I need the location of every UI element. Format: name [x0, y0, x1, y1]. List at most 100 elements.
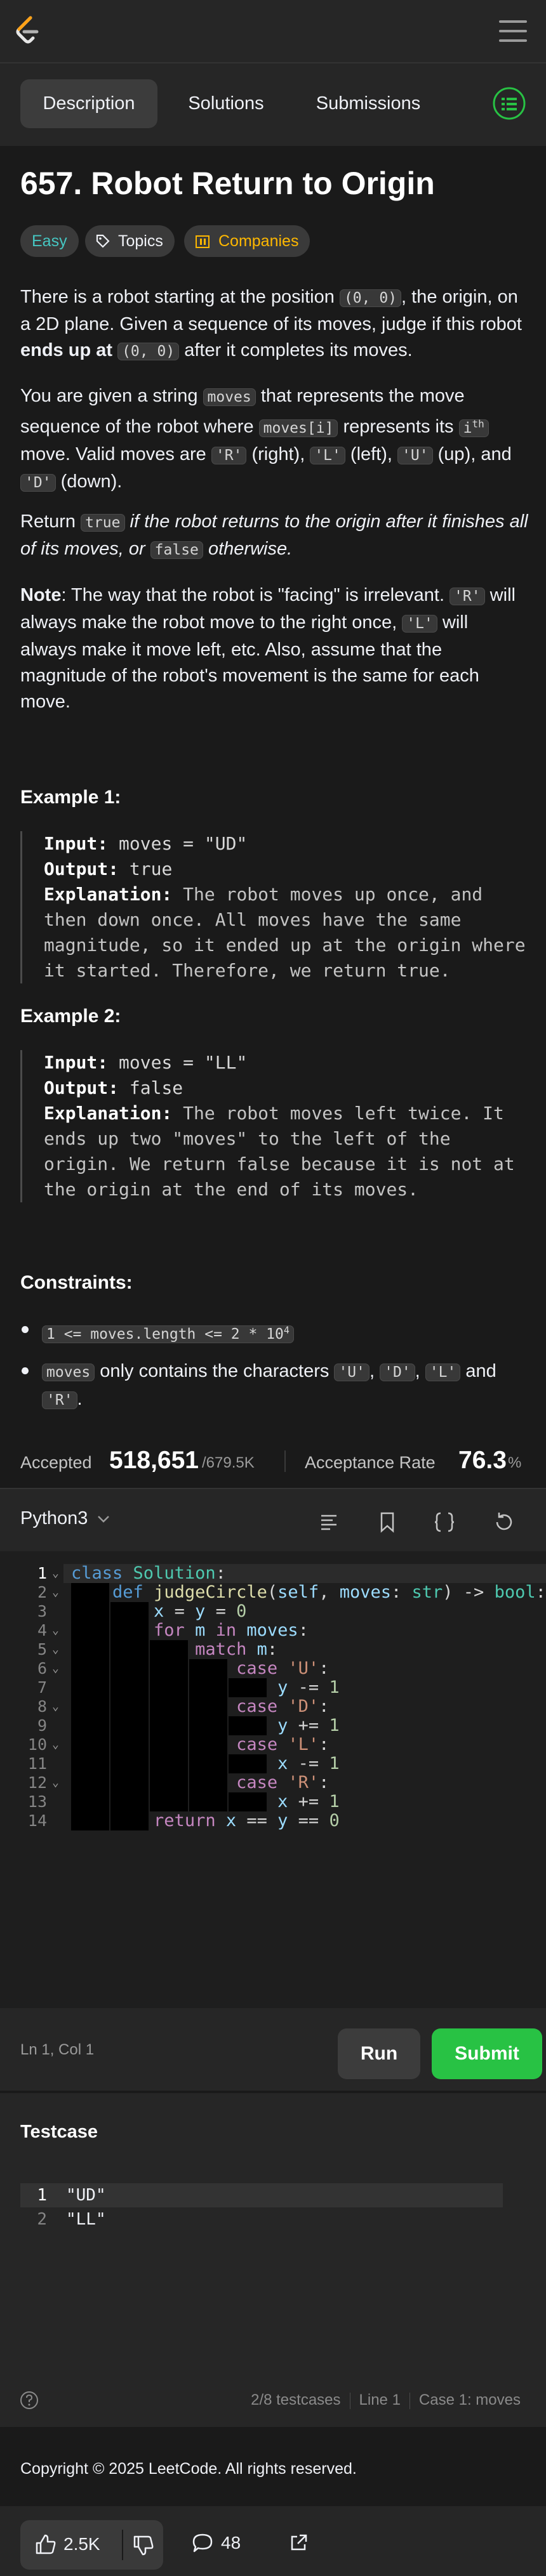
accepted-total: /679.5K [202, 1454, 255, 1471]
chevron-down-icon [98, 1516, 110, 1523]
code-line: case 'R': [236, 1773, 330, 1792]
code-line: for m in moves: [154, 1620, 309, 1640]
line-number: 1 [37, 1564, 47, 1582]
constraint-1: 1 <= moves.length <= 2 * 104 [20, 1317, 528, 1348]
testcase-footer: 2/8 testcases Line 1 Case 1: moves [0, 2372, 546, 2429]
topics-button[interactable]: Topics [85, 225, 175, 257]
code-line: return x == y == 0 [154, 1811, 340, 1830]
acceptance-rate-label: Acceptance Rate [305, 1453, 436, 1472]
line-number: 10 [27, 1735, 47, 1754]
stats-divider [284, 1450, 286, 1472]
description-paragraph-2: You are given a string moves that repres… [20, 386, 512, 492]
editor-statusbar: Ln 1, Col 1 Run Submit [0, 2008, 546, 2091]
fold-chevron-icon[interactable]: ⌄ [52, 1621, 59, 1640]
code-editor[interactable]: 1 2 3 4 5 6 7 8 9 10 11 12 13 14 ⌄ ⌄ ⌄ ⌄… [0, 1551, 546, 2008]
fold-chevron-icon[interactable]: ⌄ [52, 1583, 59, 1602]
thumbs-down-icon[interactable] [132, 2534, 155, 2557]
line-number: 2 [37, 1583, 47, 1601]
fold-chevron-icon[interactable]: ⌄ [52, 1659, 59, 1678]
problem-description: 657. Robot Return to Origin Easy Topics … [0, 146, 546, 1440]
cursor-position: Ln 1, Col 1 [20, 2041, 95, 2058]
code-line: case 'D': [236, 1697, 330, 1716]
line-number: 5 [37, 1640, 47, 1659]
line-number: 14 [27, 1811, 47, 1830]
description-paragraph-1: There is a robot starting at the positio… [20, 287, 522, 360]
companies-label: Companies [218, 232, 299, 250]
line-number: 12 [27, 1773, 47, 1792]
example-1-block: Input: moves = "UD" Output: true Explana… [20, 831, 535, 983]
acceptance-rate-value: 76.3 [458, 1447, 507, 1474]
testcase-heading: Testcase [20, 2122, 98, 2142]
code-line: x -= 1 [277, 1754, 340, 1773]
line-number: 11 [27, 1754, 47, 1773]
tab-description[interactable]: Description [20, 79, 157, 128]
companies-button[interactable]: Companies [184, 225, 310, 257]
building-icon [196, 235, 210, 248]
line-number: 6 [37, 1659, 47, 1678]
line-number: 9 [37, 1716, 47, 1735]
leetcode-logo-icon[interactable] [11, 15, 43, 48]
tag-icon [96, 234, 110, 248]
code-line: y += 1 [277, 1716, 340, 1735]
testcase-panel: Testcase 1 "UD" 2 "LL" 2/8 testcases Line 1… [0, 2091, 546, 2427]
accepted-value: 518,651 [109, 1447, 199, 1474]
line-number: 8 [37, 1697, 47, 1716]
tab-solutions[interactable]: Solutions [169, 79, 283, 128]
testcase-status: 2/8 testcases Line 1 Case 1: moves [251, 2391, 521, 2409]
comment-icon[interactable] [192, 2533, 213, 2553]
constraints-heading: Constraints: [20, 1272, 133, 1293]
fold-chevron-icon[interactable]: ⌄ [52, 1564, 59, 1583]
format-icon[interactable] [316, 1509, 342, 1535]
example-2-heading: Example 2: [20, 1006, 121, 1027]
page-title: 657. Robot Return to Origin [20, 166, 435, 201]
comment-count: 48 [221, 2533, 241, 2553]
acceptance-rate-unit: % [508, 1454, 522, 1471]
topics-label: Topics [118, 232, 163, 250]
run-button[interactable]: Run [338, 2028, 420, 2079]
progress-list-icon[interactable] [491, 86, 527, 121]
code-line: y -= 1 [277, 1678, 340, 1697]
like-dislike-group: 2.5K [20, 2520, 163, 2570]
example-1-heading: Example 1: [20, 787, 121, 808]
share-icon[interactable] [288, 2533, 309, 2553]
line-number: 13 [27, 1792, 47, 1811]
constraint-2: moves only contains the characters 'U', … [20, 1358, 528, 1414]
testcase-line[interactable]: 1 "UD" [20, 2183, 503, 2207]
acceptance-stats: Accepted 518,651 /679.5K Acceptance Rate… [0, 1440, 546, 1488]
code-line: case 'U': [236, 1659, 330, 1678]
line-number: 3 [37, 1602, 47, 1620]
bottom-action-bar: 2.5K 48 [0, 2506, 546, 2576]
hamburger-menu-icon[interactable] [499, 20, 527, 42]
braces-icon[interactable] [432, 1509, 457, 1535]
testcase-line[interactable]: 2 "LL" [20, 2207, 503, 2231]
thumbs-up-icon[interactable] [34, 2533, 57, 2556]
help-icon[interactable] [19, 2390, 39, 2410]
problem-tabs: Description Solutions Submissions [0, 63, 546, 146]
like-divider [122, 2530, 123, 2560]
code-line: match m: [195, 1640, 278, 1659]
fold-chevron-icon[interactable]: ⌄ [52, 1773, 59, 1792]
description-note: Note: The way that the robot is "facing"… [20, 585, 516, 712]
language-select[interactable]: Python3 [20, 1508, 110, 1529]
like-count: 2.5K [63, 2534, 100, 2554]
reset-icon[interactable] [491, 1509, 517, 1535]
accepted-label: Accepted [20, 1453, 92, 1472]
code-line: x += 1 [277, 1792, 340, 1811]
editor-toolbar: Python3 [0, 1488, 546, 1551]
description-paragraph-3: Return true if the robot returns to the … [20, 511, 528, 559]
copyright-footer: Copyright © 2025 LeetCode. All rights re… [0, 2427, 546, 2506]
fold-chevron-icon[interactable]: ⌄ [52, 1697, 59, 1716]
submit-button[interactable]: Submit [432, 2028, 542, 2079]
tab-submissions[interactable]: Submissions [298, 79, 438, 128]
example-2-block: Input: moves = "LL" Output: false Explan… [20, 1050, 535, 1202]
code-line: class Solution: [71, 1563, 226, 1583]
line-number: 4 [37, 1621, 47, 1640]
copyright-text: Copyright © 2025 LeetCode. All rights re… [20, 2460, 357, 2478]
fold-chevron-icon[interactable]: ⌄ [52, 1735, 59, 1754]
code-line: case 'L': [236, 1735, 330, 1754]
top-bar [0, 0, 546, 63]
fold-chevron-icon[interactable]: ⌄ [52, 1640, 59, 1659]
bookmark-icon[interactable] [375, 1509, 400, 1535]
line-number: 7 [37, 1678, 47, 1697]
difficulty-badge: Easy [20, 225, 79, 257]
